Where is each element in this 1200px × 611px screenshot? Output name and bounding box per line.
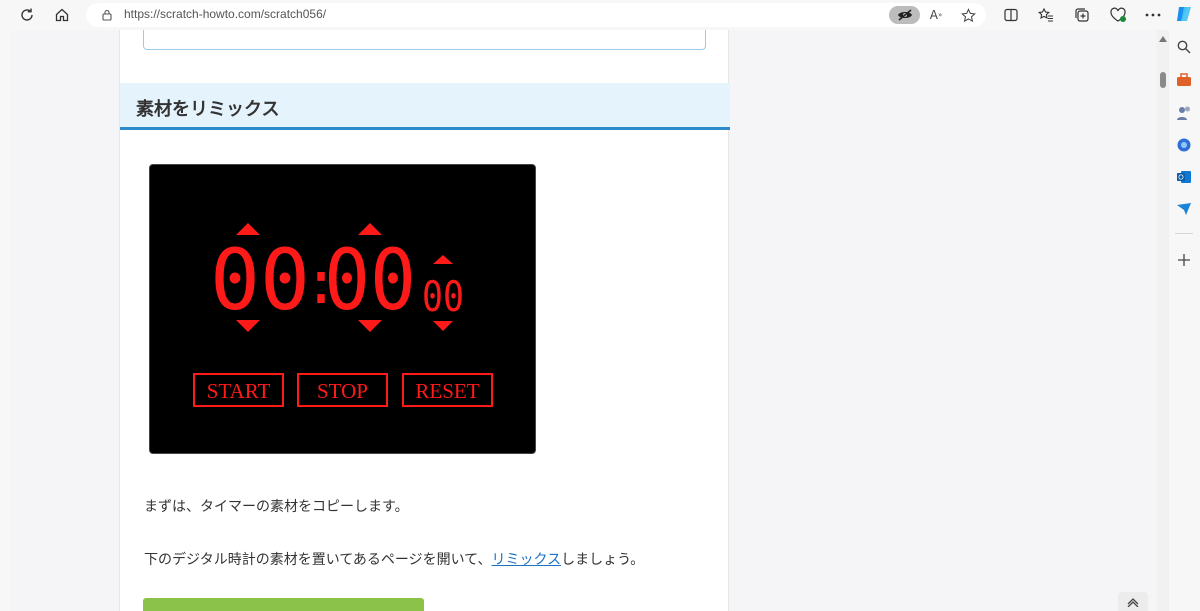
chevron-up-icon [1127, 597, 1139, 607]
section-heading-text: 素材をリミックス [136, 99, 280, 120]
favorite-star-icon[interactable] [959, 6, 977, 24]
url-text[interactable]: https://scratch-howto.com/scratch056/ [124, 7, 326, 21]
article-column: 素材をリミックス 00 : 00 00 START STOP RESET まずは… [119, 30, 730, 611]
svg-text:O: O [1178, 175, 1184, 182]
timer-centiseconds: 00 [422, 272, 464, 321]
read-aloud-icon[interactable]: A» [927, 6, 945, 24]
more-options-icon[interactable] [1142, 4, 1164, 26]
reset-button-label: RESET [415, 379, 479, 403]
timer-minutes: 00 [210, 231, 310, 329]
tracking-prevention-icon[interactable] [889, 6, 920, 24]
site-info-icon[interactable] [98, 6, 116, 24]
browser-essentials-icon[interactable] [1107, 4, 1129, 26]
back-to-top-button[interactable] [1118, 592, 1148, 611]
sidebar-divider [1175, 233, 1193, 234]
paragraph-text-before: 下のデジタル時計の素材を置いてあるページを開いて、 [144, 552, 492, 568]
paragraph-text-after: しましょう。 [561, 552, 645, 568]
search-icon[interactable] [1175, 38, 1193, 56]
timer-image: 00 : 00 00 START STOP RESET [149, 164, 536, 454]
tools-icon[interactable] [1175, 71, 1193, 89]
material-page-button[interactable] [143, 598, 424, 611]
centis-up-arrow [433, 255, 453, 264]
people-icon[interactable] [1175, 104, 1193, 122]
add-icon[interactable] [1175, 251, 1193, 269]
home-icon[interactable] [51, 4, 73, 26]
favorites-icon[interactable] [1035, 4, 1057, 26]
stop-button-label: STOP [317, 379, 368, 403]
refresh-icon[interactable] [16, 4, 38, 26]
centis-down-arrow [433, 321, 453, 331]
previous-content-box [143, 30, 706, 50]
page-scrollbar[interactable] [1157, 30, 1169, 611]
page-viewport: 素材をリミックス 00 : 00 00 START STOP RESET まずは… [10, 30, 1157, 611]
paragraph-open-page: 下のデジタル時計の素材を置いてあるページを開いて、リミックスしましょう。 [144, 549, 644, 569]
games-icon[interactable] [1175, 136, 1193, 154]
copilot-icon[interactable] [1175, 5, 1193, 23]
section-heading: 素材をリミックス [120, 83, 730, 130]
split-screen-icon[interactable] [1000, 4, 1022, 26]
outlook-icon[interactable]: O [1175, 168, 1193, 186]
scroll-up-icon [1159, 36, 1167, 42]
scrollbar-thumb[interactable] [1160, 72, 1166, 88]
timer-seconds: 00 [324, 231, 416, 329]
send-icon[interactable] [1175, 200, 1193, 218]
edge-sidebar: O [1169, 0, 1200, 611]
paragraph-copy-material: まずは、タイマーの素材をコピーします。 [144, 499, 409, 515]
browser-toolbar: https://scratch-howto.com/scratch056/ A» [0, 0, 1200, 30]
address-bar[interactable]: https://scratch-howto.com/scratch056/ A» [86, 3, 986, 27]
start-button-label: START [207, 379, 271, 403]
remix-link[interactable]: リミックス [491, 552, 561, 568]
collections-icon[interactable] [1071, 4, 1093, 26]
